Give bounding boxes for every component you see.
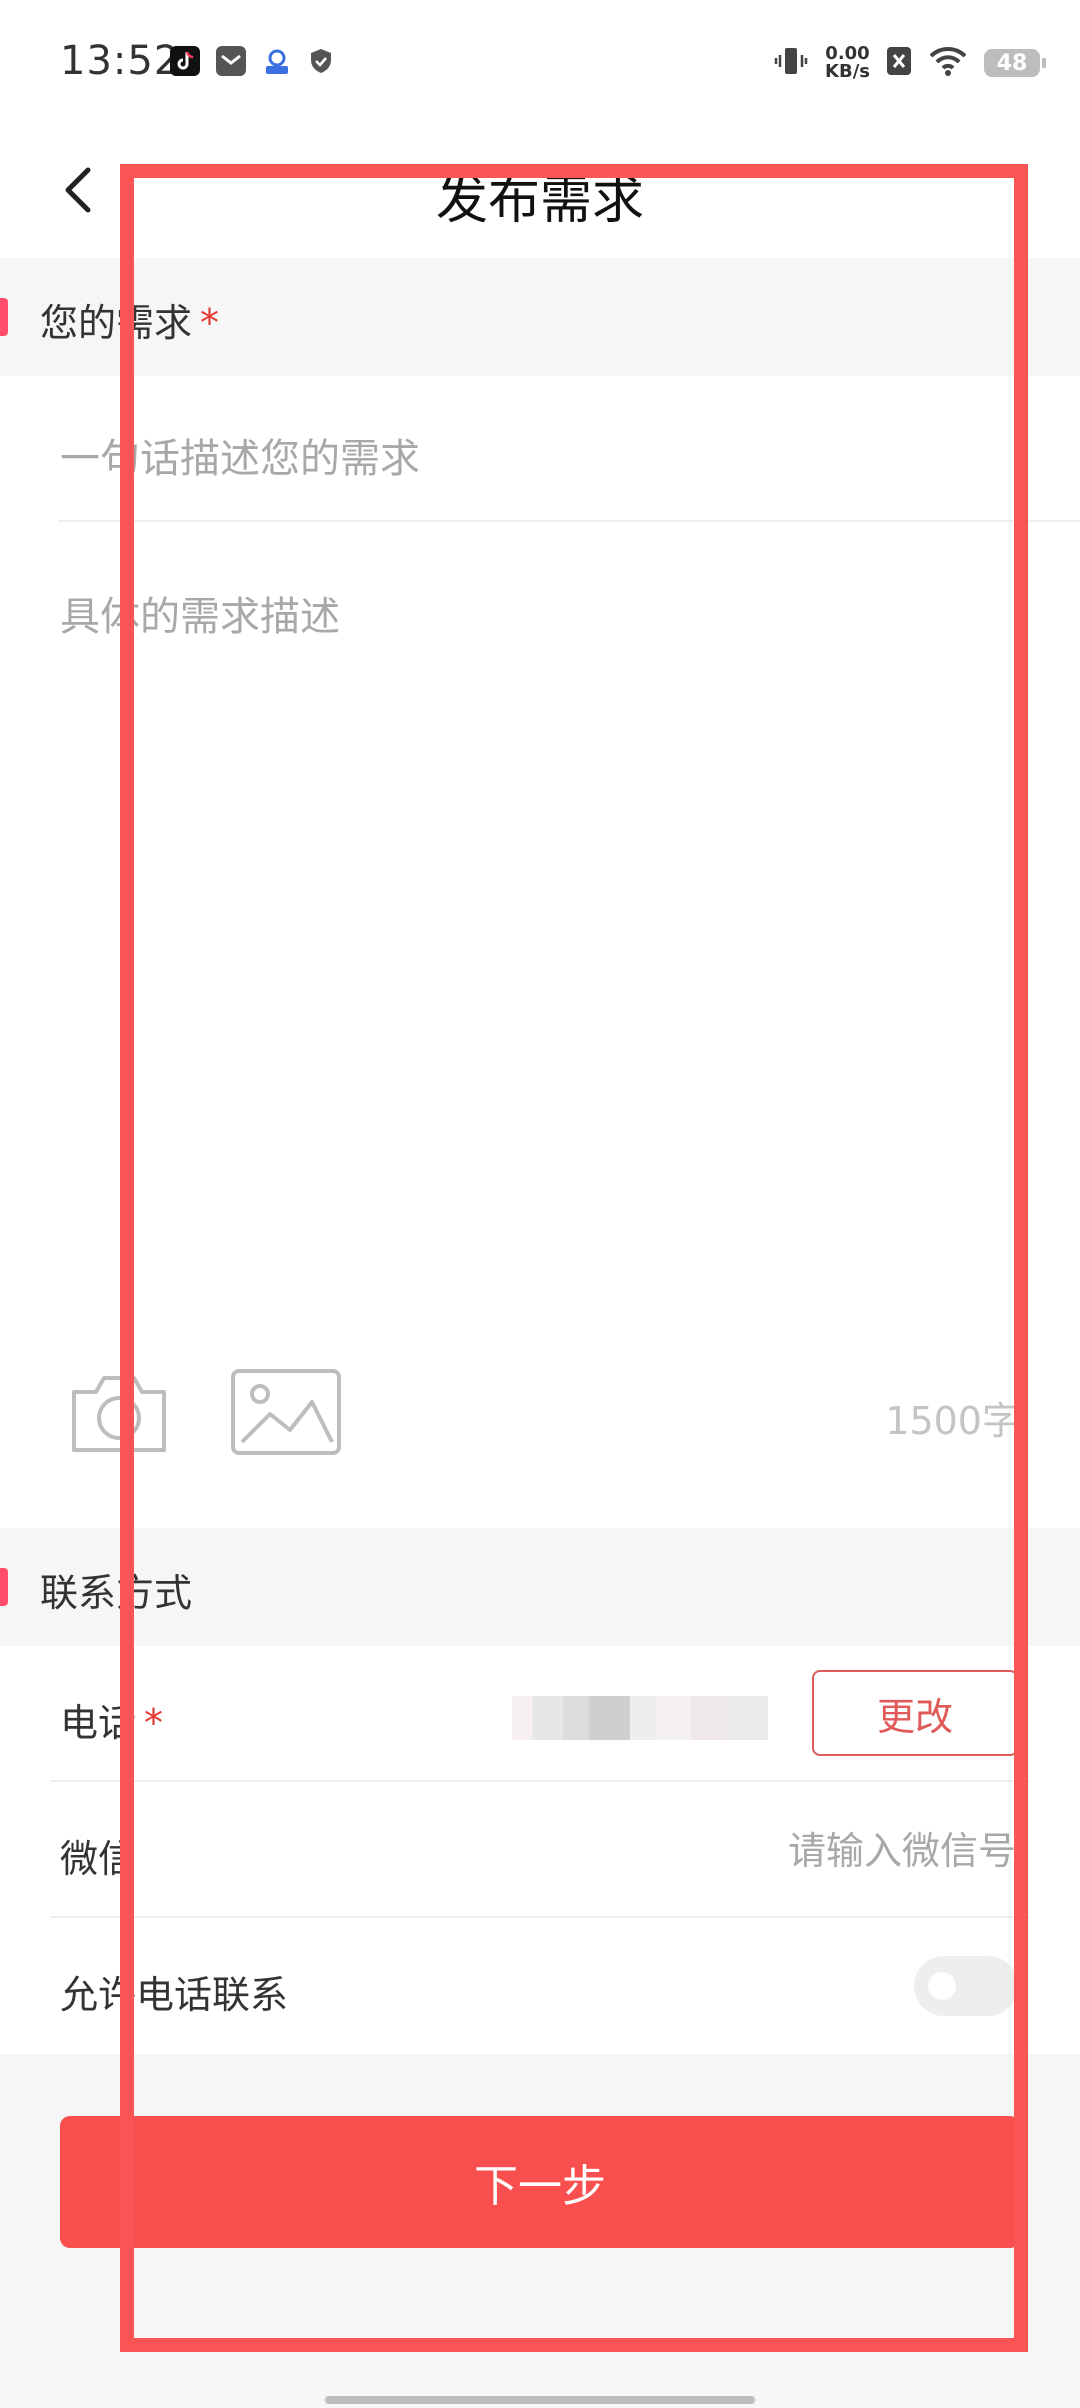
image-icon[interactable] [230, 1368, 342, 1456]
required-mark: * [200, 301, 220, 345]
status-time: 13:52 [60, 38, 181, 84]
wechat-input[interactable] [614, 1822, 1018, 1880]
camera-icon[interactable] [68, 1366, 170, 1458]
demand-description-input[interactable]: 具体的需求描述 [60, 584, 340, 642]
required-mark: * [144, 1701, 164, 1745]
wechat-row: 微信 [0, 1782, 1080, 1918]
demand-section-title-text: 您的需求 [40, 301, 193, 345]
wifi-icon [928, 45, 968, 81]
vibrate-icon [773, 43, 809, 83]
demand-section-header: 您的需求 * [0, 258, 1080, 376]
net-speed: 0.00 KB/s [825, 45, 870, 81]
toggle-knob [928, 1972, 956, 2000]
phone-number-masked [512, 1696, 768, 1740]
nav-bar: 发布需求 [0, 130, 1080, 258]
mail-icon [216, 46, 246, 76]
status-bar: 13:52 0.00 KB/s 48 [0, 0, 1080, 130]
demand-title-input[interactable]: 一句话描述您的需求 [60, 426, 420, 484]
char-count: 1500字 [885, 1399, 1020, 1443]
home-indicator[interactable] [325, 2396, 755, 2404]
demand-section-title: 您的需求 * [40, 292, 219, 347]
phone-row: 电话 * 更改 [0, 1646, 1080, 1782]
bottom-area: 下一步 [0, 2054, 1080, 2408]
wechat-label: 微信 [60, 1837, 137, 1881]
net-speed-unit: KB/s [825, 61, 870, 82]
contact-area: 电话* 更改 微信 允许电话联系 [0, 1646, 1080, 2054]
phone-label: 电话 * [60, 1692, 163, 1747]
allow-call-toggle[interactable] [914, 1956, 1018, 2016]
section-accent-bar [0, 298, 8, 336]
page-title: 发布需求 [435, 171, 644, 231]
phone-label-text: 电话 [60, 1701, 137, 1745]
tiktok-icon [170, 46, 200, 76]
next-step-button[interactable]: 下一步 [60, 2116, 1020, 2248]
battery-icon: 48 [984, 49, 1046, 77]
status-right: 0.00 KB/s 48 [773, 38, 1046, 88]
divider [58, 520, 1080, 522]
allow-call-row: 允许电话联系 [0, 1918, 1080, 2054]
vpn-icon [262, 46, 292, 76]
allow-call-label: 允许电话联系 [60, 1973, 289, 2017]
demand-input-area: 一句话描述您的需求 具体的需求描述 1500字 [0, 376, 1080, 1528]
contact-section-header: 联系方式 [0, 1528, 1080, 1646]
publish-demand-page: 13:52 0.00 KB/s 48 发布需求 您的需求 * 一句话描述您的需求… [0, 0, 1080, 2408]
change-phone-button[interactable]: 更改 [812, 1670, 1018, 1756]
section-accent-bar [0, 1568, 8, 1606]
shield-icon [306, 46, 336, 76]
contact-section-title: 联系方式 [40, 1571, 193, 1615]
sim-off-icon [886, 46, 912, 80]
